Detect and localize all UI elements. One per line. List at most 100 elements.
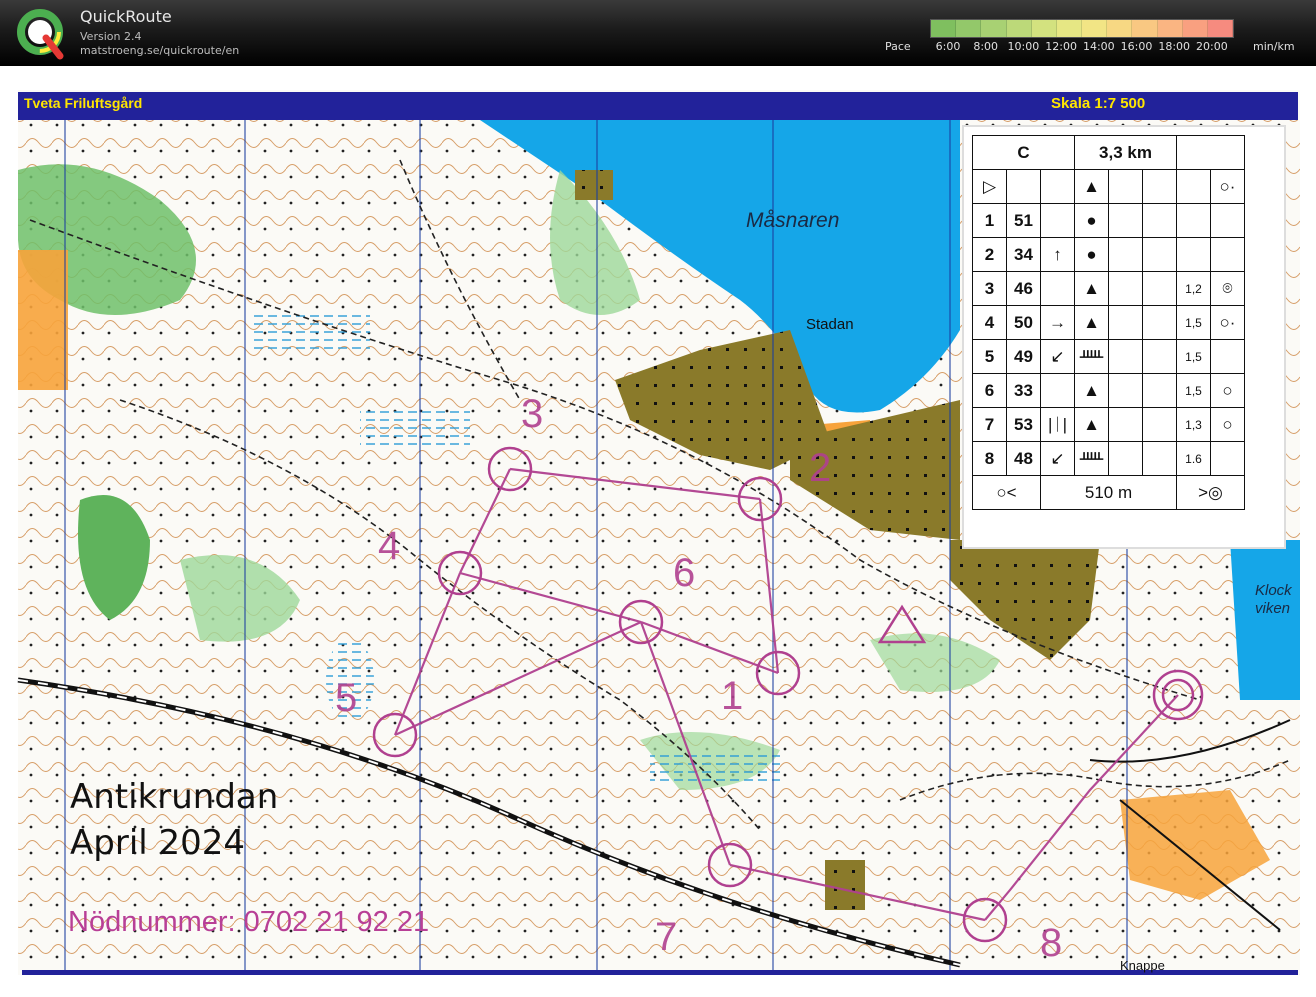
appearance-cell [1108, 237, 1143, 272]
description-row: 4 50 → ▲ 1,5 ○· [972, 305, 1245, 340]
feature-cell-value: ● [1086, 210, 1097, 230]
finish-distance: 510 m [1040, 475, 1177, 510]
feature-cell: ▲ [1074, 271, 1109, 306]
which-feature-cell: ↑ [1040, 237, 1075, 272]
finish-arrow-icon: ○< [972, 475, 1041, 510]
control-code: 48 [1006, 441, 1041, 476]
control-sequence-value: 1 [984, 210, 995, 230]
feature-cell-value: ▲ [1083, 278, 1100, 298]
pace-color-swatch [931, 20, 957, 37]
detail-cell [1142, 441, 1177, 476]
pace-color-swatch [1006, 20, 1032, 37]
appearance-cell [1108, 407, 1143, 442]
which-feature-cell: ↙ [1040, 339, 1075, 374]
which-feature-cell: |ᛁ| [1040, 407, 1075, 442]
dimension-cell-value: 1.6 [1185, 451, 1202, 466]
description-row: 8 48 ↙ ᚊ 1.6 [972, 441, 1245, 476]
description-start-row: ▷ ▲ ○· [972, 169, 1245, 204]
pace-color-swatch [1182, 20, 1208, 37]
control-code: 34 [1006, 237, 1041, 272]
location-cell [1210, 339, 1245, 374]
detail-cell [1142, 271, 1177, 306]
feature-cell-value: ▲ [1083, 414, 1100, 434]
dimension-cell-value: 1,2 [1185, 281, 1202, 296]
detail-cell [1142, 373, 1177, 408]
location-cell-value: ⌾ [1222, 278, 1233, 298]
appearance-cell [1108, 305, 1143, 340]
app-url[interactable]: matstroeng.se/quickroute/en [80, 44, 239, 57]
dimension-cell [1176, 237, 1211, 272]
place-name-knappe: Knappe [1120, 958, 1165, 973]
which-feature-cell-value: ↙ [1050, 346, 1065, 366]
control-code-value: 53 [1014, 414, 1033, 434]
lake-name: Måsnaren [746, 209, 840, 232]
control-sequence: 3 [972, 271, 1007, 306]
control-sequence: 6 [972, 373, 1007, 408]
dimension-cell: 1,5 [1176, 339, 1211, 374]
which-feature-cell-value: → [1049, 312, 1066, 332]
start-feature-icon: ▲ [1074, 169, 1109, 204]
feature-cell-value: ▲ [1083, 312, 1100, 332]
dimension-cell-value: 1,3 [1185, 417, 1202, 432]
control-code-value: 46 [1014, 278, 1033, 298]
appearance-cell [1108, 339, 1143, 374]
description-row: 2 34 ↑ ● [972, 237, 1245, 272]
which-feature-cell-value: ↙ [1050, 448, 1065, 468]
control-code: 49 [1006, 339, 1041, 374]
control-description-card: C 3,3 km ▷ ▲ ○· 1 51 ● 2 34 ↑ ● 3 46 ▲ 1,2 ⌾ 4 50 → ▲ 1,… [964, 127, 1284, 547]
control-code-value: 49 [1014, 346, 1033, 366]
appearance-cell [1108, 441, 1143, 476]
quickroute-logo-icon [17, 9, 64, 60]
control-sequence: 7 [972, 407, 1007, 442]
description-row: 6 33 ▲ 1,5 ○ [972, 373, 1245, 408]
control-label-2: 2 [809, 446, 832, 490]
pace-tick-label: 14:00 [1082, 40, 1115, 53]
control-code: 50 [1006, 305, 1041, 340]
dimension-cell [1176, 203, 1211, 238]
feature-cell: ᚊ [1074, 441, 1109, 476]
pace-color-swatch [1107, 20, 1133, 37]
control-code-value: 34 [1014, 244, 1033, 264]
detail-cell [1142, 203, 1177, 238]
pace-tick-label: 10:00 [1007, 40, 1040, 53]
feature-cell-value: ▲ [1083, 380, 1100, 400]
control-sequence: 1 [972, 203, 1007, 238]
dimension-cell-value: 1,5 [1185, 315, 1202, 330]
feature-cell-value: ● [1086, 244, 1097, 264]
control-label-7: 7 [655, 915, 678, 959]
location-cell: ○ [1210, 373, 1245, 408]
app-header: QuickRoute Version 2.4 matstroeng.se/qui… [0, 0, 1316, 66]
location-cell: ○· [1210, 305, 1245, 340]
pace-tick-label: 6:00 [935, 40, 961, 53]
description-header-row: C 3,3 km [972, 135, 1245, 170]
description-row: 3 46 ▲ 1,2 ⌾ [972, 271, 1245, 306]
control-label-1: 1 [721, 674, 744, 718]
dimension-cell: 1.6 [1176, 441, 1211, 476]
control-code: 51 [1006, 203, 1041, 238]
pace-color-scale [930, 19, 1234, 38]
pace-color-swatch [956, 20, 982, 37]
feature-cell: ● [1074, 237, 1109, 272]
event-title: Antikrundan [70, 777, 279, 817]
dimension-cell: 1,5 [1176, 373, 1211, 408]
control-sequence: 2 [972, 237, 1007, 272]
course-length: 3,3 km [1074, 135, 1177, 170]
pace-tick-label: 20:00 [1196, 40, 1228, 53]
pace-color-swatch [1207, 20, 1234, 37]
control-label-4: 4 [378, 524, 401, 568]
start-detail-icon: ○· [1210, 169, 1245, 204]
control-code: 33 [1006, 373, 1041, 408]
finish-symbol-icon: >◎ [1176, 475, 1245, 510]
dimension-cell-value: 1,5 [1185, 383, 1202, 398]
pace-color-swatch [1157, 20, 1183, 37]
control-description-table: C 3,3 km ▷ ▲ ○· 1 51 ● 2 34 ↑ ● 3 46 ▲ 1,2 ⌾ 4 50 → ▲ 1,… [972, 135, 1245, 510]
app-title: QuickRoute [80, 7, 172, 26]
description-row: 5 49 ↙ ᚊ 1,5 [972, 339, 1245, 374]
control-code-value: 50 [1014, 312, 1033, 332]
location-cell [1210, 203, 1245, 238]
place-klock-text: Klock viken [1255, 582, 1292, 617]
pace-unit: min/km [1253, 40, 1295, 53]
dimension-cell: 1,3 [1176, 407, 1211, 442]
feature-cell-value: ᚊ [1079, 346, 1104, 366]
feature-cell: ▲ [1074, 373, 1109, 408]
